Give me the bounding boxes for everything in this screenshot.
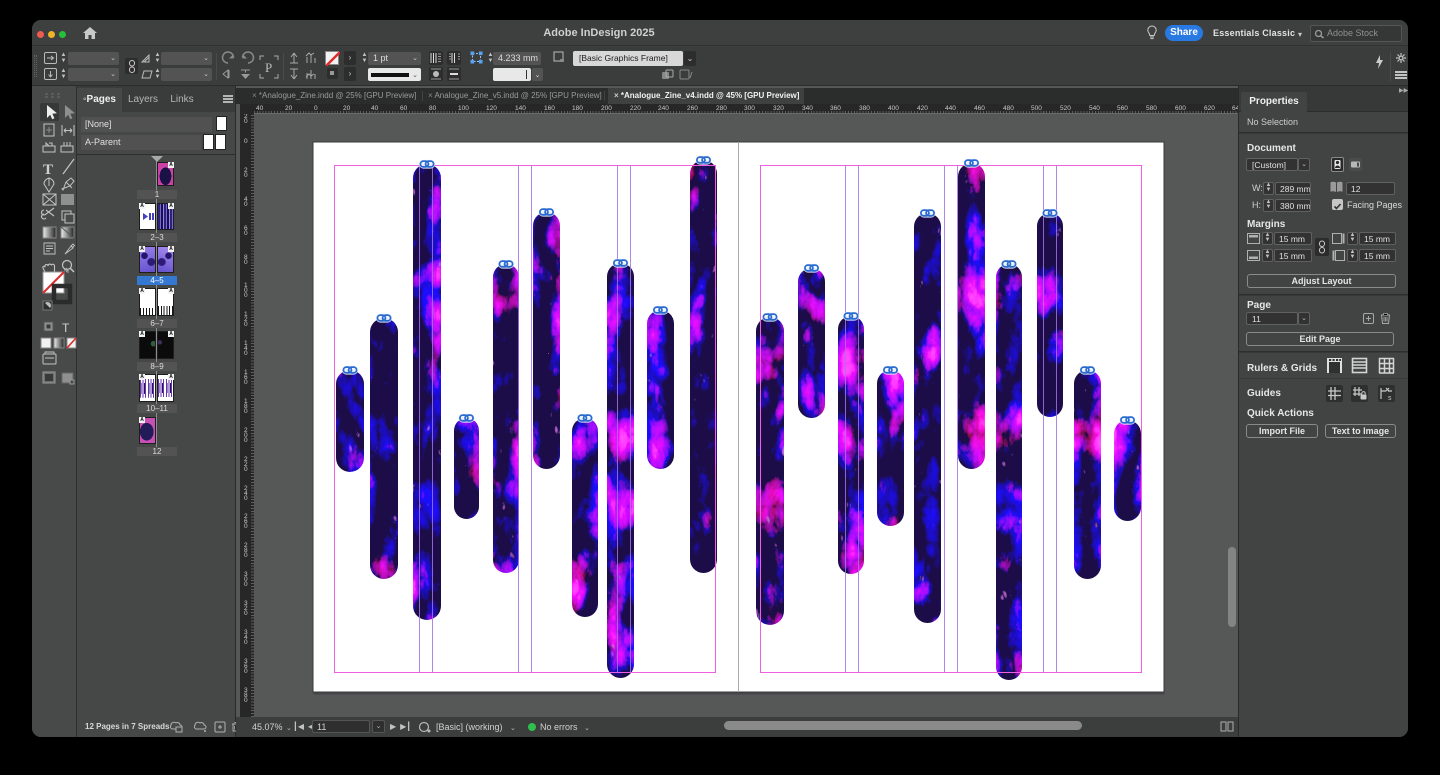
svg-text:T: T [43, 162, 53, 178]
svg-text:P: P [265, 60, 272, 75]
svg-text:s: s [1388, 395, 1392, 402]
svg-text:T: T [62, 321, 70, 335]
